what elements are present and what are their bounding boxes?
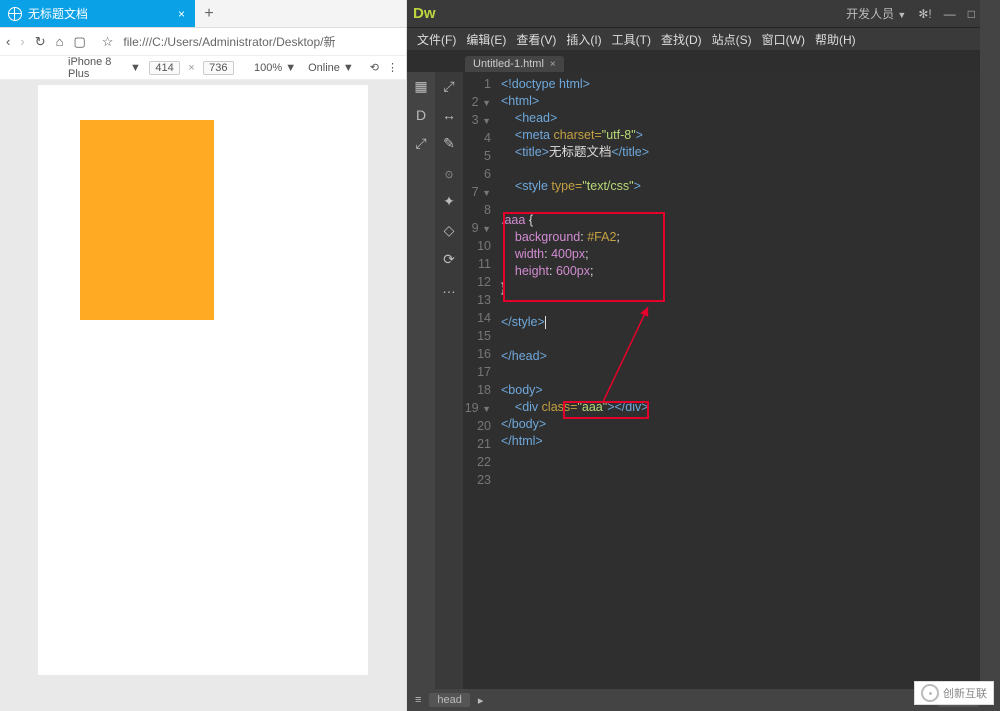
file-tab[interactable]: Untitled-1.html × — [465, 56, 564, 72]
dw-logo-icon: Dw — [413, 5, 436, 22]
files-icon[interactable]: ▦ — [414, 78, 427, 95]
breadcrumb[interactable]: head — [429, 693, 469, 707]
rendered-page — [38, 85, 368, 675]
menu-tools[interactable]: 工具(T) — [612, 31, 651, 48]
code-body[interactable]: <!doctype html><html> <head> <meta chars… — [501, 76, 994, 467]
device-toolbar: iPhone 8 Plus ▼ 414 × 736 100% ▼ Online … — [0, 56, 406, 80]
chevron-down-icon: ▼ — [897, 10, 906, 20]
menu-view[interactable]: 查看(V) — [516, 31, 556, 48]
file-tab-row: Untitled-1.html × — [407, 50, 1000, 72]
star-icon[interactable]: ☆ — [102, 34, 114, 50]
tool-icon[interactable]: ⟳ — [443, 251, 455, 268]
rotate-icon[interactable]: ⟲ — [370, 61, 379, 74]
browser-panel: 无标题文档 × + ‹ › ↻ ⌂ ▢ ☆ file:///C:/Users/A… — [0, 0, 407, 711]
tab-title: 无标题文档 — [28, 5, 88, 22]
expand-icon[interactable]: ⤢ — [415, 135, 426, 152]
work-area: ▦ D ⤢ ⤢ ↔ ✎ ۞ ✦ ◇ ⟳ … 1 2 ▼3 ▼4 5 6 7 ▼8… — [407, 72, 1000, 689]
back-icon[interactable]: ‹ — [6, 34, 10, 49]
menu-bar: 文件(F) 编辑(E) 查看(V) 插入(I) 工具(T) 查找(D) 站点(S… — [407, 28, 1000, 50]
watermark-logo-icon — [921, 684, 939, 702]
tool-icon[interactable]: ◇ — [444, 222, 455, 239]
line-gutter: 1 2 ▼3 ▼4 5 6 7 ▼8 9 ▼10 11 12 13 14 15 … — [463, 72, 497, 689]
tool-icon[interactable]: ↔ — [442, 107, 456, 123]
menu-file[interactable]: 文件(F) — [417, 31, 456, 48]
more-icon[interactable]: … — [442, 280, 456, 296]
status-ham-icon[interactable]: ≡ — [415, 694, 421, 706]
chevron-down-icon: ▼ — [285, 62, 296, 74]
dim-separator: × — [188, 62, 194, 74]
code-editor[interactable]: 1 2 ▼3 ▼4 5 6 7 ▼8 9 ▼10 11 12 13 14 15 … — [463, 72, 1000, 689]
minimize-button[interactable]: — — [944, 7, 956, 21]
network-select[interactable]: Online ▼ — [308, 62, 354, 74]
maximize-button[interactable]: □ — [968, 7, 975, 21]
dw-titlebar: Dw 开发人员 ▼ ✻! — □ × — [407, 0, 1000, 28]
browser-tab[interactable]: 无标题文档 × — [0, 0, 195, 27]
orange-box — [80, 120, 214, 320]
url-bar: ‹ › ↻ ⌂ ▢ ☆ file:///C:/Users/Administrat… — [0, 28, 406, 56]
home-icon[interactable]: ⌂ — [56, 34, 64, 49]
status-bar: ≡ head ▸ HTML ▾ — [407, 689, 1000, 711]
reload-icon[interactable]: ↻ — [35, 34, 46, 50]
workspace-label[interactable]: 开发人员 ▼ — [846, 5, 906, 22]
tool-icon[interactable]: ۞ — [445, 164, 453, 181]
right-panel-collapsed[interactable] — [980, 0, 1000, 711]
menu-window[interactable]: 窗口(W) — [762, 31, 805, 48]
zoom-select[interactable]: 100% ▼ — [254, 62, 296, 74]
viewport-height[interactable]: 736 — [203, 61, 234, 75]
tab-close-button[interactable]: × — [178, 7, 185, 21]
globe-icon — [8, 7, 22, 21]
new-tab-button[interactable]: + — [195, 0, 223, 27]
browser-tabstrip: 无标题文档 × + — [0, 0, 406, 28]
menu-help[interactable]: 帮助(H) — [815, 31, 856, 48]
chevron-down-icon: ▼ — [130, 62, 141, 74]
menu-edit[interactable]: 编辑(E) — [466, 31, 506, 48]
left-toolbar-2: ⤢ ↔ ✎ ۞ ✦ ◇ ⟳ … — [435, 72, 463, 689]
url-text[interactable]: file:///C:/Users/Administrator/Desktop/新 — [123, 33, 335, 50]
menu-icon[interactable]: ⋮ — [387, 61, 398, 74]
file-tab-close-icon[interactable]: × — [550, 59, 556, 70]
chevron-down-icon: ▼ — [343, 62, 354, 74]
dreamweaver-panel: Dw 开发人员 ▼ ✻! — □ × 文件(F) 编辑(E) 查看(V) 插入(… — [407, 0, 1000, 711]
tool-icon[interactable]: ⤢ — [443, 78, 454, 95]
breadcrumb-arrow-icon: ▸ — [478, 694, 484, 707]
settings-icon[interactable]: ✻! — [918, 7, 931, 21]
viewport-area — [0, 80, 406, 711]
reader-icon[interactable]: ▢ — [73, 34, 85, 50]
forward-icon[interactable]: › — [20, 34, 24, 49]
watermark: 创新互联 — [914, 681, 994, 705]
menu-site[interactable]: 站点(S) — [712, 31, 752, 48]
viewport-width[interactable]: 414 — [149, 61, 180, 75]
tool-icon[interactable]: ✦ — [443, 193, 455, 210]
menu-find[interactable]: 查找(D) — [661, 31, 702, 48]
file-tab-label: Untitled-1.html — [473, 58, 544, 70]
assets-icon[interactable]: D — [416, 107, 426, 123]
tool-icon[interactable]: ✎ — [443, 135, 455, 152]
device-select[interactable]: iPhone 8 Plus ▼ — [68, 56, 141, 80]
menu-insert[interactable]: 插入(I) — [566, 31, 601, 48]
watermark-text: 创新互联 — [943, 685, 987, 701]
left-toolbar-1: ▦ D ⤢ — [407, 72, 435, 689]
